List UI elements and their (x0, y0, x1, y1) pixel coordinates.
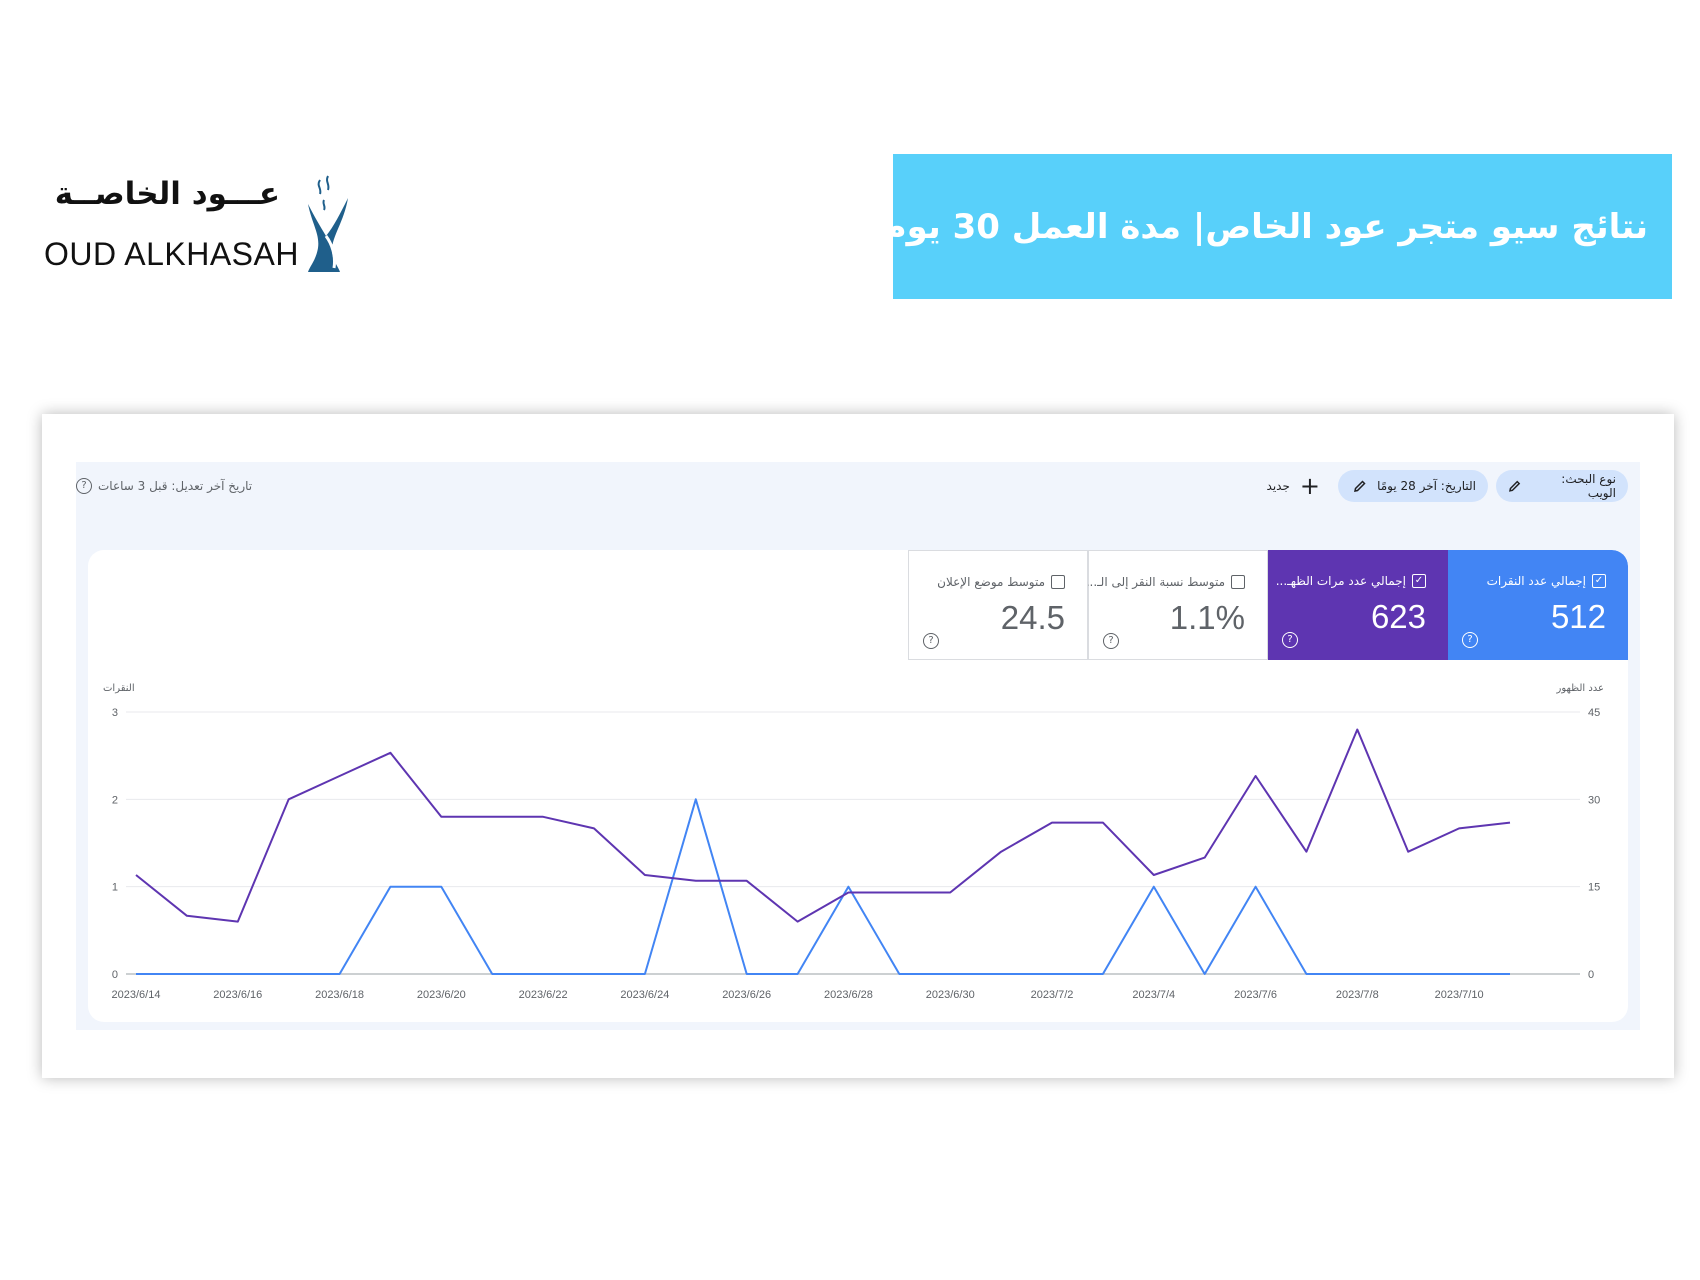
header-banner: نتائج سيو متجر عود الخاص| مدة العمل 30 ي… (882, 154, 1672, 299)
metric-value: 24.5 (1000, 599, 1065, 636)
banner-title: نتائج سيو متجر عود الخاص| مدة العمل 30 ي… (881, 206, 1648, 247)
metric-value: 623 (1370, 598, 1426, 635)
x-tick-label: 2023/6/14 (112, 989, 161, 1000)
y-right-tick-label: 15 (1588, 882, 1600, 894)
date-filter-label: التاريخ: آخر 28 يومًا (1377, 479, 1476, 493)
metric-average-ctr[interactable]: متوسط نسبة النقر إلى الـ... 1.1% ? (1085, 550, 1268, 660)
help-icon[interactable]: ? (1282, 632, 1298, 648)
metric-value: 1.1% (1169, 599, 1245, 636)
performance-panel: نوع البحث: الويب التاريخ: آخر 28 يومًا +… (76, 462, 1640, 1030)
x-tick-label: 2023/6/26 (722, 989, 771, 1000)
help-icon[interactable]: ? (1103, 633, 1119, 649)
new-filter-label: جديد (1266, 479, 1290, 493)
x-tick-label: 2023/6/16 (213, 989, 262, 1000)
search-type-label: نوع البحث: الويب (1561, 472, 1616, 500)
impressions-series-line (135, 728, 1511, 923)
x-tick-label: 2023/6/20 (417, 989, 466, 1000)
y-left-tick-label: 1 (112, 882, 118, 894)
new-filter-button[interactable]: + جديد (1267, 470, 1320, 502)
last-updated-info: تاريخ آخر تعديل: قبل 3 ساعات ? (76, 472, 252, 500)
metric-total-clicks[interactable]: ✓ إجمالي عدد النقرات 512 ? (1448, 550, 1628, 660)
metric-label: متوسط موضع الإعلان (937, 575, 1045, 589)
metric-average-position[interactable]: متوسط موضع الإعلان 24.5 ? (908, 550, 1088, 660)
y-right-tick-label: 0 (1588, 969, 1594, 981)
x-tick-label: 2023/7/6 (1234, 989, 1277, 1000)
pencil-icon (1354, 480, 1366, 492)
help-icon[interactable]: ? (76, 478, 92, 494)
checkbox-checked-icon[interactable]: ✓ (1592, 574, 1606, 588)
metric-value: 512 (1550, 598, 1606, 635)
x-tick-label: 2023/7/8 (1336, 989, 1379, 1000)
brand-logo: عـــود الخاصــة OUD ALKHASAH (40, 170, 350, 280)
search-console-card: نوع البحث: الويب التاريخ: آخر 28 يومًا +… (42, 414, 1674, 1078)
metric-total-impressions[interactable]: ✓ إجمالي عدد مرات الظهـ... 623 ? (1268, 550, 1448, 660)
y-right-tick-label: 30 (1588, 794, 1600, 806)
logo-english-text: OUD ALKHASAH (44, 236, 299, 272)
logo-arabic-text: عـــود الخاصــة (54, 176, 280, 212)
x-tick-label: 2023/6/22 (519, 989, 568, 1000)
x-tick-label: 2023/7/10 (1435, 989, 1484, 1000)
metric-label: متوسط نسبة النقر إلى الـ... (1085, 575, 1225, 589)
checkbox-unchecked-icon[interactable] (1051, 575, 1065, 589)
checkbox-checked-icon[interactable]: ✓ (1412, 574, 1426, 588)
x-tick-label: 2023/7/4 (1132, 989, 1175, 1000)
metric-label: إجمالي عدد مرات الظهـ... (1275, 574, 1406, 588)
plus-icon: + (1299, 472, 1320, 500)
performance-line-chart: 012301530452023/6/14 2023/6/16 2023/6/18 20… (112, 707, 1601, 1000)
metric-label: إجمالي عدد النقرات (1486, 574, 1586, 588)
x-tick-label: 2023/6/30 (926, 989, 975, 1000)
y-right-tick-label: 45 (1588, 707, 1600, 719)
date-filter-chip[interactable]: التاريخ: آخر 28 يومًا (1338, 470, 1488, 502)
pencil-icon (1509, 480, 1521, 492)
help-icon[interactable]: ? (1462, 632, 1478, 648)
oud-flame-icon (308, 175, 348, 272)
checkbox-unchecked-icon[interactable] (1231, 575, 1245, 589)
x-tick-label: 2023/6/28 (824, 989, 873, 1000)
x-tick-label: 2023/6/24 (620, 989, 669, 1000)
search-type-filter-chip[interactable]: نوع البحث: الويب (1496, 470, 1628, 502)
y-left-tick-label: 3 (112, 707, 118, 719)
help-icon[interactable]: ? (923, 633, 939, 649)
x-tick-label: 2023/6/18 (315, 989, 364, 1000)
chart-card: ✓ إجمالي عدد النقرات 512 ? ✓ إجمالي عدد … (88, 550, 1628, 1022)
last-updated-text: تاريخ آخر تعديل: قبل 3 ساعات (98, 479, 253, 493)
y-left-tick-label: 0 (112, 969, 118, 981)
y-left-tick-label: 2 (112, 794, 118, 806)
x-tick-label: 2023/7/2 (1031, 989, 1074, 1000)
